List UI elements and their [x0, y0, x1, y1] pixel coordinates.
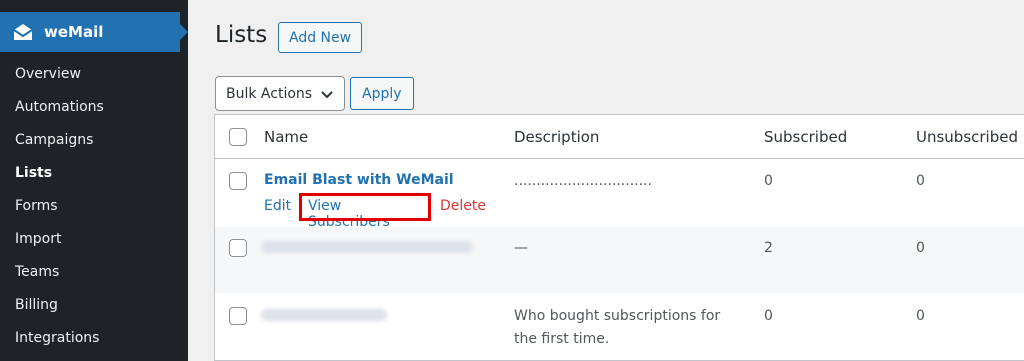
redacted-list-name [261, 241, 473, 253]
lists-table: Name Description Subscribed Unsubscribed… [214, 114, 1024, 361]
subscribed-count: 2 [764, 240, 773, 256]
brand-label: weMail [44, 23, 104, 41]
list-description-line: Who bought subscriptions for [514, 308, 721, 324]
sidebar-item-automations[interactable]: Automations [0, 91, 188, 124]
table-row: — 2 0 [215, 227, 1024, 293]
sidebar-menu: Overview Automations Campaigns Lists For… [0, 58, 188, 355]
table-header: Name Description Subscribed Unsubscribed [215, 115, 1024, 159]
row-checkbox[interactable] [229, 172, 247, 190]
sidebar-item-forms[interactable]: Forms [0, 190, 188, 223]
column-header-unsubscribed[interactable]: Unsubscribed [916, 128, 1018, 146]
highlight-box [299, 193, 431, 221]
select-all-checkbox[interactable] [229, 128, 247, 146]
sidebar-item-overview[interactable]: Overview [0, 58, 188, 91]
column-header-name[interactable]: Name [264, 128, 308, 146]
subscribed-count: 0 [764, 173, 773, 189]
page-title: Lists [215, 22, 268, 48]
sidebar-item-import[interactable]: Import [0, 223, 188, 256]
column-header-description: Description [514, 128, 600, 146]
table-row: Email Blast with WeMail ................… [215, 160, 1024, 230]
list-name-link[interactable]: Email Blast with WeMail [264, 172, 454, 188]
bulk-actions-select[interactable]: Bulk Actions [215, 76, 345, 111]
row-checkbox[interactable] [229, 239, 247, 257]
add-new-button[interactable]: Add New [278, 22, 363, 53]
sidebar-item-billing[interactable]: Billing [0, 289, 188, 322]
column-header-subscribed[interactable]: Subscribed [764, 128, 847, 146]
admin-sidebar: weMail Overview Automations Campaigns Li… [0, 0, 188, 361]
bulk-actions-value: Bulk Actions [226, 85, 313, 102]
edit-link[interactable]: Edit [264, 198, 291, 214]
chevron-down-icon [320, 87, 334, 101]
brand-menu-item[interactable]: weMail [0, 12, 188, 52]
unsubscribed-count: 0 [916, 173, 925, 189]
envelope-icon [12, 21, 34, 43]
sidebar-item-teams[interactable]: Teams [0, 256, 188, 289]
list-description: ............................... [514, 173, 652, 189]
redacted-list-name [261, 309, 387, 321]
table-row: Who bought subscriptions for the first t… [215, 293, 1024, 360]
unsubscribed-count: 0 [916, 308, 925, 324]
subscribed-count: 0 [764, 308, 773, 324]
sidebar-item-campaigns[interactable]: Campaigns [0, 124, 188, 157]
delete-link[interactable]: Delete [440, 198, 486, 214]
row-checkbox[interactable] [229, 307, 247, 325]
sidebar-item-integrations[interactable]: Integrations [0, 322, 188, 355]
list-description-line: the first time. [514, 331, 610, 347]
sidebar-item-lists[interactable]: Lists [0, 157, 188, 190]
list-description: — [514, 240, 528, 256]
apply-button[interactable]: Apply [350, 77, 414, 110]
unsubscribed-count: 0 [916, 240, 925, 256]
